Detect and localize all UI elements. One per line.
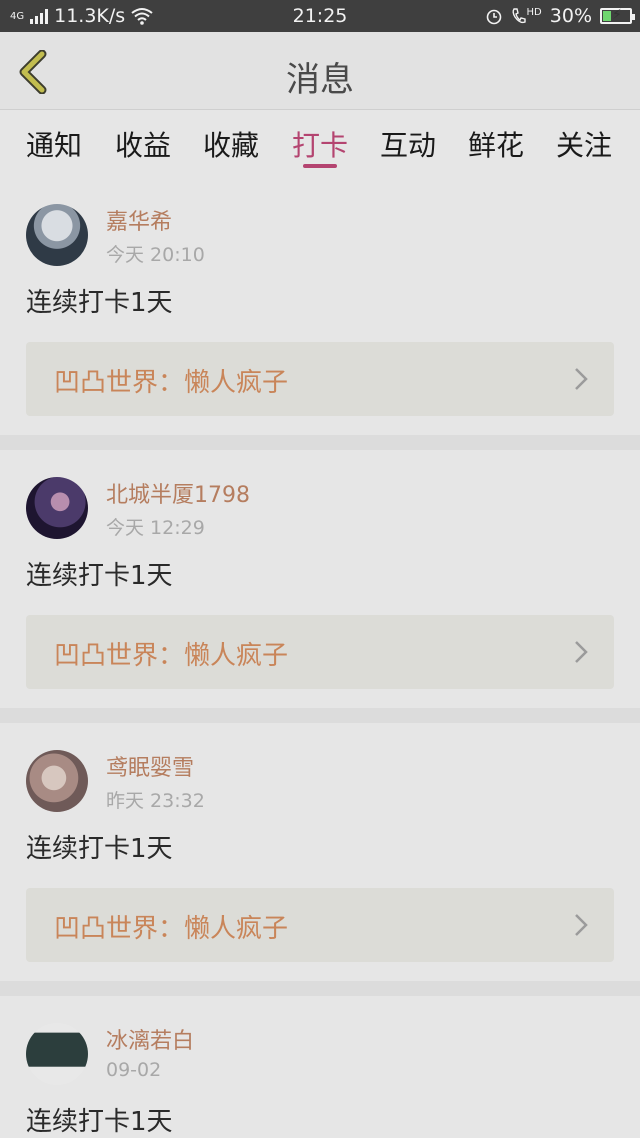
header: 消息 (0, 32, 640, 110)
feed-item: 冰漓若白 09-02 连续打卡1天 (0, 1011, 640, 1138)
feed-item: 嘉华希 今天 20:10 连续打卡1天 凹凸世界：懒人疯子 (0, 192, 640, 450)
status-right: HD 30% ⚡ (485, 5, 635, 27)
battery-percent: 30% (549, 5, 592, 27)
divider (0, 708, 640, 723)
feed-item-time: 今天 12:29 (106, 517, 205, 539)
feed-item-message: 连续打卡1天 (26, 1107, 173, 1137)
feed-item-link-label: 凹凸世界：懒人疯子 (54, 368, 289, 398)
tab-favorites[interactable]: 收藏 (203, 124, 259, 164)
feed-item-link[interactable]: 凹凸世界：懒人疯子 (26, 615, 614, 689)
feed-item-time: 昨天 23:32 (106, 790, 205, 812)
chevron-right-icon (575, 368, 588, 390)
feed-item-username[interactable]: 北城半厦1798 (106, 477, 250, 509)
chevron-right-icon (575, 914, 588, 936)
tab-notifications[interactable]: 通知 (26, 124, 82, 164)
hd-call-icon: HD (511, 7, 542, 25)
feed-item-link-label: 凹凸世界：懒人疯子 (54, 641, 289, 671)
hd-label: HD (526, 7, 542, 18)
page-title: 消息 (286, 60, 354, 100)
feed-item-time: 09-02 (106, 1059, 162, 1081)
tab-follows[interactable]: 关注 (556, 124, 612, 164)
feed-item-time: 今天 20:10 (106, 244, 205, 266)
feed-item: 鸢眠婴雪 昨天 23:32 连续打卡1天 凹凸世界：懒人疯子 (0, 738, 640, 996)
feed-item-message: 连续打卡1天 (26, 561, 173, 591)
battery-fill (603, 11, 611, 21)
tab-interactions[interactable]: 互动 (380, 124, 436, 164)
battery-icon: ⚡ (600, 7, 635, 24)
alarm-icon (486, 9, 501, 25)
divider (0, 981, 640, 996)
feed-item-message: 连续打卡1天 (26, 288, 173, 318)
feed-item-link[interactable]: 凹凸世界：懒人疯子 (26, 342, 614, 416)
active-tab-indicator (303, 164, 337, 168)
feed-item-message: 连续打卡1天 (26, 834, 173, 864)
status-bar: 4G 11.3K/s 21:25 HD 30% ⚡ (0, 0, 640, 32)
avatar[interactable] (26, 1023, 88, 1085)
charging-icon: ⚡ (612, 7, 622, 23)
divider (0, 435, 640, 450)
feed-item-link[interactable]: 凹凸世界：懒人疯子 (26, 888, 614, 962)
avatar[interactable] (26, 477, 88, 539)
tab-flowers[interactable]: 鲜花 (468, 124, 524, 164)
tab-checkin[interactable]: 打卡 (292, 124, 348, 164)
feed-item-username[interactable]: 嘉华希 (106, 204, 172, 236)
feed-item-link-label: 凹凸世界：懒人疯子 (54, 914, 289, 944)
feed-item: 北城半厦1798 今天 12:29 连续打卡1天 凹凸世界：懒人疯子 (0, 465, 640, 723)
avatar[interactable] (26, 204, 88, 266)
feed-item-username[interactable]: 鸢眠婴雪 (106, 750, 194, 782)
feed-item-username[interactable]: 冰漓若白 (106, 1023, 194, 1055)
avatar[interactable] (26, 750, 88, 812)
chevron-right-icon (575, 641, 588, 663)
tab-earnings[interactable]: 收益 (115, 124, 171, 164)
